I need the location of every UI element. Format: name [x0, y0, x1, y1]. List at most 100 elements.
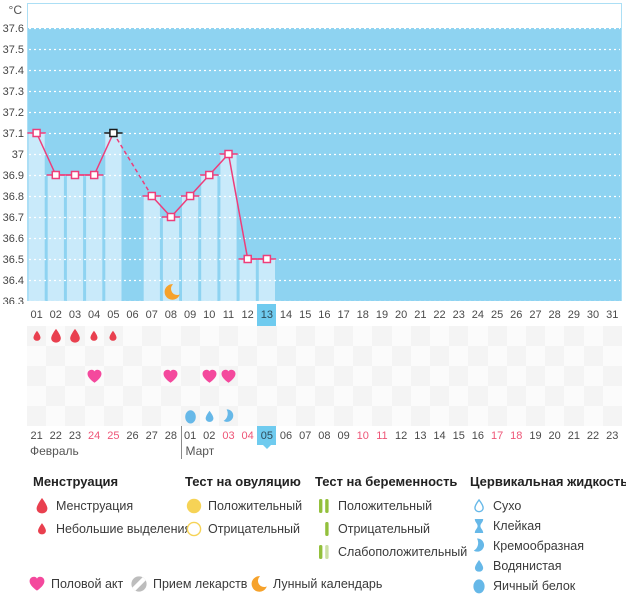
cycle-day-19[interactable]: 19 — [372, 304, 391, 326]
cervical-fluid-cell[interactable] — [276, 406, 296, 426]
intercourse-cell[interactable] — [314, 366, 335, 386]
cycle-day-23[interactable]: 23 — [449, 304, 468, 326]
ovulation-test-cell[interactable] — [353, 346, 373, 366]
calendar-date-Март-06[interactable]: 06 — [276, 426, 295, 445]
cycle-day-01[interactable]: 01 — [27, 304, 46, 326]
menstruation-cell[interactable] — [430, 326, 450, 346]
ovulation-test-cell[interactable] — [545, 346, 565, 366]
cervical-fluid-cell[interactable] — [161, 406, 181, 426]
temp-point[interactable] — [109, 128, 118, 138]
intercourse-cell[interactable] — [122, 366, 143, 386]
temp-point[interactable] — [70, 170, 80, 180]
cycle-day-05[interactable]: 05 — [104, 304, 123, 326]
calendar-date-Февраль-27[interactable]: 27 — [142, 426, 161, 445]
cervical-fluid-cell[interactable] — [430, 406, 450, 426]
calendar-date-Март-10[interactable]: 10 — [353, 426, 372, 445]
pregnancy-test-cell[interactable] — [238, 386, 258, 406]
cycle-day-18[interactable]: 18 — [353, 304, 372, 326]
intercourse-cell[interactable] — [372, 366, 392, 386]
intercourse-cell[interactable] — [84, 366, 104, 386]
temp-point[interactable] — [205, 170, 214, 180]
cycle-day-09[interactable]: 09 — [181, 304, 200, 326]
cervical-fluid-cell[interactable] — [257, 406, 277, 426]
pregnancy-test-cell[interactable] — [334, 386, 354, 406]
intercourse-cell[interactable] — [238, 366, 258, 386]
cycle-day-20[interactable]: 20 — [392, 304, 411, 326]
calendar-date-Март-09[interactable]: 09 — [334, 426, 353, 445]
temp-point[interactable] — [224, 149, 233, 159]
ovulation-test-cell[interactable] — [199, 346, 219, 366]
calendar-date-Март-01[interactable]: 01 — [181, 426, 200, 445]
calendar-date-Март-21[interactable]: 21 — [564, 426, 583, 445]
menstruation-cell[interactable] — [545, 326, 565, 346]
intercourse-cell[interactable] — [545, 366, 565, 386]
pregnancy-test-cell[interactable] — [468, 386, 488, 406]
cycle-day-30[interactable]: 30 — [583, 304, 602, 326]
calendar-date-Март-20[interactable]: 20 — [545, 426, 564, 445]
cervical-fluid-cell[interactable] — [334, 406, 354, 426]
ovulation-test-cell[interactable] — [564, 346, 584, 366]
cycle-day-03[interactable]: 03 — [65, 304, 84, 326]
menstruation-cell[interactable] — [257, 326, 277, 346]
ovulation-test-cell[interactable] — [46, 346, 66, 366]
cervical-fluid-cell[interactable] — [468, 406, 488, 426]
pregnancy-test-cell[interactable] — [180, 386, 200, 406]
menstruation-cell[interactable] — [468, 326, 488, 346]
cycle-day-22[interactable]: 22 — [430, 304, 449, 326]
cycle-day-29[interactable]: 29 — [564, 304, 583, 326]
menstruation-cell[interactable] — [295, 326, 315, 346]
cervical-fluid-cell[interactable] — [122, 406, 143, 426]
pregnancy-test-cell[interactable] — [526, 386, 546, 406]
calendar-date-Март-23[interactable]: 23 — [603, 426, 622, 445]
menstruation-cell[interactable] — [276, 326, 296, 346]
cervical-fluid-cell[interactable] — [27, 406, 47, 426]
temp-point[interactable] — [166, 212, 176, 222]
cervical-fluid-cell[interactable] — [372, 406, 392, 426]
cervical-fluid-cell[interactable] — [199, 406, 219, 426]
cervical-fluid-cell[interactable] — [353, 406, 373, 426]
pregnancy-test-cell[interactable] — [410, 386, 431, 406]
intercourse-cell[interactable] — [257, 366, 277, 386]
intercourse-cell[interactable] — [602, 366, 622, 386]
temp-point[interactable] — [262, 254, 272, 264]
ovulation-test-cell[interactable] — [295, 346, 315, 366]
cervical-fluid-cell[interactable] — [449, 406, 469, 426]
cycle-day-08[interactable]: 08 — [161, 304, 180, 326]
ovulation-test-cell[interactable] — [391, 346, 411, 366]
calendar-date-Февраль-23[interactable]: 23 — [65, 426, 84, 445]
cycle-day-11[interactable]: 11 — [219, 304, 238, 326]
intercourse-cell[interactable] — [353, 366, 373, 386]
intercourse-cell[interactable] — [410, 366, 431, 386]
calendar-date-Март-12[interactable]: 12 — [392, 426, 411, 445]
ovulation-test-cell[interactable] — [180, 346, 200, 366]
menstruation-cell[interactable] — [65, 326, 85, 346]
ovulation-test-cell[interactable] — [487, 346, 507, 366]
calendar-date-Март-16[interactable]: 16 — [468, 426, 487, 445]
ovulation-test-cell[interactable] — [238, 346, 258, 366]
menstruation-cell[interactable] — [583, 326, 603, 346]
ovulation-test-cell[interactable] — [602, 346, 622, 366]
calendar-date-Февраль-26[interactable]: 26 — [123, 426, 142, 445]
cycle-day-25[interactable]: 25 — [488, 304, 507, 326]
calendar-date-Март-22[interactable]: 22 — [583, 426, 602, 445]
menstruation-cell[interactable] — [372, 326, 392, 346]
temp-point[interactable] — [51, 170, 61, 180]
cervical-fluid-cell[interactable] — [545, 406, 565, 426]
intercourse-cell[interactable] — [449, 366, 469, 386]
ovulation-test-cell[interactable] — [276, 346, 296, 366]
calendar-date-Март-02[interactable]: 02 — [200, 426, 219, 445]
ovulation-test-cell[interactable] — [468, 346, 488, 366]
intercourse-cell[interactable] — [564, 366, 584, 386]
pregnancy-test-cell[interactable] — [27, 386, 47, 406]
ovulation-test-cell[interactable] — [161, 346, 181, 366]
pregnancy-test-cell[interactable] — [545, 386, 565, 406]
menstruation-cell[interactable] — [103, 326, 123, 346]
intercourse-cell[interactable] — [506, 366, 527, 386]
pregnancy-test-cell[interactable] — [564, 386, 584, 406]
menstruation-cell[interactable] — [180, 326, 200, 346]
pregnancy-test-cell[interactable] — [103, 386, 123, 406]
intercourse-cell[interactable] — [391, 366, 411, 386]
calendar-date-Март-11[interactable]: 11 — [372, 426, 391, 445]
menstruation-cell[interactable] — [602, 326, 622, 346]
ovulation-test-cell[interactable] — [27, 346, 47, 366]
